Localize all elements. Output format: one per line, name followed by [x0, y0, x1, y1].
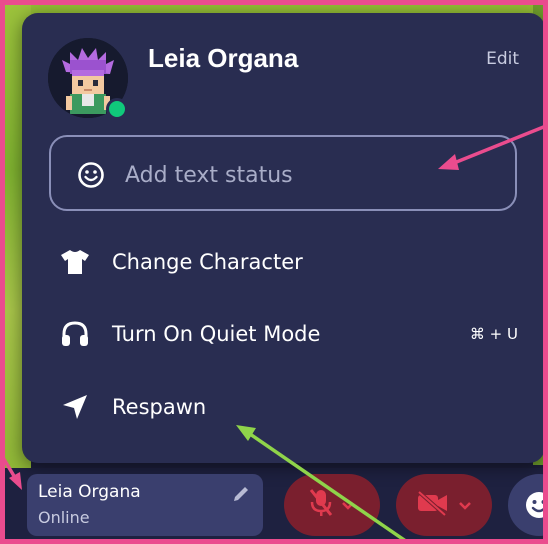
smile-icon: [77, 161, 105, 193]
microphone-muted-icon: [309, 488, 333, 522]
pencil-icon[interactable]: [231, 484, 251, 508]
keyboard-shortcut: ⌘ + U: [469, 325, 518, 343]
menu-item-change-character[interactable]: Change Character: [52, 238, 518, 286]
camera-toggle-button[interactable]: [396, 474, 492, 536]
bottom-profile-chip[interactable]: Leia Organa Online: [27, 474, 263, 536]
menu-item-label: Change Character: [112, 250, 303, 274]
emoji-icon: [524, 490, 548, 524]
menu-item-respawn[interactable]: Respawn: [52, 383, 518, 431]
menu-item-label: Turn On Quiet Mode: [112, 322, 321, 346]
bottom-profile-status: Online: [38, 508, 90, 527]
chevron-down-icon: [341, 496, 355, 515]
text-status-input[interactable]: [123, 157, 497, 193]
chevron-down-icon: [458, 496, 472, 515]
profile-menu: Leia Organa Edit Change Character: [22, 13, 545, 463]
menu-item-quiet-mode[interactable]: Turn On Quiet Mode ⌘ + U: [52, 310, 518, 358]
camera-off-icon: [416, 490, 450, 520]
profile-name: Leia Organa: [148, 43, 299, 73]
text-status-field[interactable]: [49, 135, 517, 211]
bottom-profile-name: Leia Organa: [38, 482, 141, 502]
edit-profile-link[interactable]: Edit: [486, 49, 519, 69]
navigation-arrow-icon: [58, 390, 92, 424]
menu-item-label: Respawn: [112, 395, 207, 419]
online-status-dot: [106, 98, 128, 120]
shirt-icon: [58, 245, 92, 279]
headphones-icon: [58, 317, 92, 351]
microphone-toggle-button[interactable]: [284, 474, 380, 536]
